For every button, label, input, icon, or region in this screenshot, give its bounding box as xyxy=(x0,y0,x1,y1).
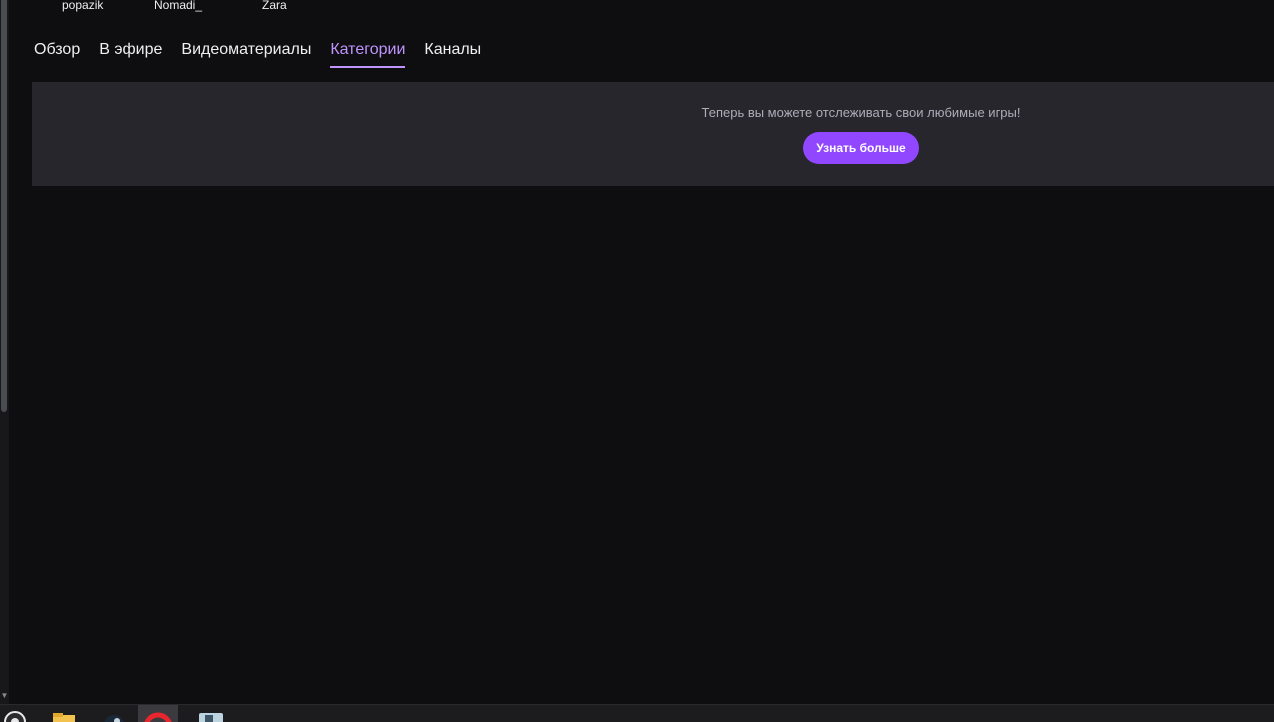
tab-live[interactable]: В эфире xyxy=(99,38,162,68)
follow-categories-banner: Теперь вы можете отслеживать свои любимы… xyxy=(32,82,1274,186)
tab-categories[interactable]: Категории xyxy=(330,38,406,68)
app-icon[interactable] xyxy=(190,705,230,722)
following-tabs: Обзор В эфире Видеоматериалы Категории К… xyxy=(34,38,500,68)
app-window: ▼ popazik Nomadi_ Zara Обзор В эфире Вид… xyxy=(0,0,1274,722)
channel-name[interactable]: Zara xyxy=(262,0,287,13)
tab-channels[interactable]: Каналы xyxy=(424,38,481,68)
obs-icon[interactable] xyxy=(0,705,40,722)
channel-name[interactable]: popazik xyxy=(62,0,103,13)
channel-list: popazik Nomadi_ Zara xyxy=(0,0,400,13)
tab-videos[interactable]: Видеоматериалы xyxy=(181,38,311,68)
opera-icon[interactable] xyxy=(138,705,178,722)
tab-overview[interactable]: Обзор xyxy=(34,38,80,68)
scroll-down-icon[interactable]: ▼ xyxy=(0,690,9,702)
scrollbar-thumb[interactable] xyxy=(1,0,7,412)
vertical-scrollbar[interactable]: ▼ xyxy=(0,0,9,704)
folder-icon[interactable] xyxy=(44,705,84,722)
os-taskbar xyxy=(0,704,1274,722)
channel-name[interactable]: Nomadi_ xyxy=(154,0,202,13)
learn-more-button[interactable]: Узнать больше xyxy=(803,132,919,164)
banner-message: Теперь вы можете отслеживать свои любимы… xyxy=(701,105,1021,120)
steam-icon[interactable] xyxy=(94,705,134,722)
